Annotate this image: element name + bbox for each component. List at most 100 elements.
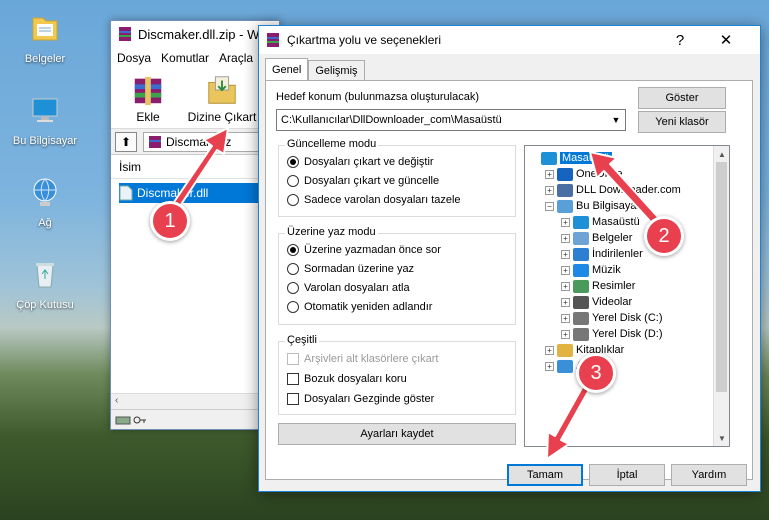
option-label: Dosyaları Gezginde göster <box>304 393 435 405</box>
radio[interactable] <box>287 194 299 206</box>
overwrite-option-skip[interactable]: Varolan dosyaları atla <box>287 282 410 294</box>
expand-icon[interactable]: + <box>561 297 570 307</box>
radio[interactable] <box>287 282 299 294</box>
expand-icon[interactable]: + <box>561 329 570 339</box>
folder-documents-icon <box>32 17 58 41</box>
desktop-icon-this-pc[interactable]: Bu Bilgisayar <box>0 92 90 147</box>
tree-vertical-scrollbar[interactable]: ▲ ▼ <box>713 146 729 446</box>
horizontal-scrollbar[interactable]: ‹ <box>111 393 279 409</box>
tab-general[interactable]: Genel <box>265 58 309 80</box>
scroll-left-icon[interactable]: ‹ <box>115 395 118 406</box>
overwrite-option-without-prompt[interactable]: Sormadan üzerine yaz <box>287 263 414 275</box>
chevron-down-icon[interactable]: ▼ <box>607 110 625 130</box>
address-field[interactable]: Discmaker.z <box>143 131 275 152</box>
user-icon <box>557 183 573 197</box>
expand-icon[interactable]: + <box>545 169 554 179</box>
tree-node[interactable]: Masaüstü <box>529 150 612 166</box>
show-button[interactable]: Göster <box>638 87 726 109</box>
cloud-icon <box>557 167 573 181</box>
cancel-button[interactable]: İptal <box>589 464 665 486</box>
step-marker-1: 1 <box>150 201 190 241</box>
overwrite-option-rename[interactable]: Otomatik yeniden adlandır <box>287 301 432 313</box>
update-mode-title: Güncelleme modu <box>285 138 379 150</box>
scroll-thumb[interactable] <box>716 162 727 392</box>
menu-tools[interactable]: Araçla <box>219 51 253 65</box>
folder-tree[interactable]: Masaüstü + OneDrive + DLL Downloader.com − Bu … <box>524 145 730 447</box>
tree-node-label: Bu Bilgisayar <box>576 200 641 212</box>
drive-icon <box>573 311 589 325</box>
menu-commands[interactable]: Komutlar <box>161 51 209 65</box>
menu-file[interactable]: Dosya <box>117 51 151 65</box>
help-icon[interactable]: ? <box>658 26 702 54</box>
misc-option-keep-broken[interactable]: Bozuk dosyaları koru <box>287 373 407 385</box>
winrar-app-icon <box>119 27 131 41</box>
collapse-icon[interactable]: − <box>545 201 554 211</box>
desktop-icon-network[interactable]: Ağ <box>0 174 90 229</box>
checkbox[interactable] <box>287 393 299 405</box>
destination-label: Hedef konum (bulunmazsa oluşturulacak) <box>276 91 479 103</box>
add-button[interactable]: Ekle <box>117 73 179 124</box>
tree-node[interactable]: + OneDrive <box>545 166 622 182</box>
winrar-menubar: Dosya Komutlar Araçla <box>111 47 279 69</box>
expand-icon[interactable]: + <box>545 345 554 355</box>
expand-icon[interactable]: + <box>561 265 570 275</box>
expand-icon[interactable]: + <box>561 217 570 227</box>
expand-icon[interactable]: + <box>561 233 570 243</box>
winrar-titlebar[interactable]: Discmaker.dll.zip - W <box>111 21 279 47</box>
ok-button[interactable]: Tamam <box>507 464 583 486</box>
up-folder-button[interactable]: ⬆ <box>115 131 137 152</box>
destination-combo[interactable]: C:\Kullanıcılar\DllDownloader_com\Masaüs… <box>276 109 626 131</box>
scroll-down-icon[interactable]: ▼ <box>714 430 729 446</box>
dialog-titlebar[interactable]: Çıkartma yolu ve seçenekleri ? ✕ <box>259 26 760 54</box>
tree-node-label: OneDrive <box>576 168 623 180</box>
expand-icon[interactable]: + <box>561 281 570 291</box>
tree-node[interactable]: + Videolar <box>561 294 632 310</box>
option-label: Üzerine yazmadan önce sor <box>304 244 441 256</box>
tree-node[interactable]: + Müzik <box>561 262 621 278</box>
update-option-extract-replace[interactable]: Dosyaları çıkart ve değiştir <box>287 156 434 168</box>
destination-value: C:\Kullanıcılar\DllDownloader_com\Masaüs… <box>281 114 502 126</box>
radio[interactable] <box>287 263 299 275</box>
overwrite-option-ask[interactable]: Üzerine yazmadan önce sor <box>287 244 441 256</box>
column-header-name[interactable]: İsim <box>111 155 279 179</box>
tree-node[interactable]: + Resimler <box>561 278 635 294</box>
address-text: Discmaker.z <box>166 134 232 149</box>
tree-node[interactable]: − Bu Bilgisayar <box>545 198 640 214</box>
tree-node[interactable]: + Yerel Disk (C:) <box>561 310 663 326</box>
tab-advanced[interactable]: Gelişmiş <box>308 60 365 80</box>
tree-node[interactable]: + İndirilenler <box>561 246 643 262</box>
misc-option-show-in-explorer[interactable]: Dosyaları Gezginde göster <box>287 393 434 405</box>
expand-icon[interactable]: + <box>561 313 570 323</box>
radio-selected[interactable] <box>287 156 299 168</box>
radio[interactable] <box>287 175 299 187</box>
key-icon <box>133 416 146 423</box>
update-option-extract-update[interactable]: Dosyaları çıkart ve güncelle <box>287 175 439 187</box>
radio[interactable] <box>287 301 299 313</box>
drive-icon <box>115 416 131 424</box>
desktop-icon-documents[interactable]: Belgeler <box>0 10 90 65</box>
radio-selected[interactable] <box>287 244 299 256</box>
tree-node[interactable]: + Masaüstü <box>561 214 640 230</box>
desktop-icon-recycle-bin[interactable]: Çöp Kutusu <box>0 256 90 311</box>
pictures-icon <box>573 279 589 293</box>
file-name: Discmaker.dll <box>137 186 209 200</box>
tree-node[interactable]: + DLL Downloader.com <box>545 182 681 198</box>
close-icon[interactable]: ✕ <box>704 26 748 54</box>
file-row[interactable]: Discmaker.dll <box>119 183 275 203</box>
extract-to-button[interactable]: Dizine Çıkart <box>187 73 257 124</box>
expand-icon[interactable]: + <box>545 361 554 371</box>
documents-icon <box>573 231 589 245</box>
expand-icon[interactable]: + <box>545 185 554 195</box>
new-folder-button[interactable]: Yeni klasör <box>638 111 726 133</box>
add-label: Ekle <box>136 110 160 124</box>
update-option-refresh-only[interactable]: Sadece varolan dosyaları tazele <box>287 194 461 206</box>
scroll-up-icon[interactable]: ▲ <box>714 146 729 162</box>
checkbox[interactable] <box>287 373 299 385</box>
network-icon <box>33 178 57 206</box>
tree-node[interactable]: + Yerel Disk (D:) <box>561 326 663 342</box>
expand-icon[interactable]: + <box>561 249 570 259</box>
help-button[interactable]: Yardım <box>671 464 747 486</box>
tab-strip: Genel Gelişmiş <box>265 58 365 80</box>
tree-node[interactable]: + Belgeler <box>561 230 632 246</box>
save-settings-button[interactable]: Ayarları kaydet <box>278 423 516 445</box>
